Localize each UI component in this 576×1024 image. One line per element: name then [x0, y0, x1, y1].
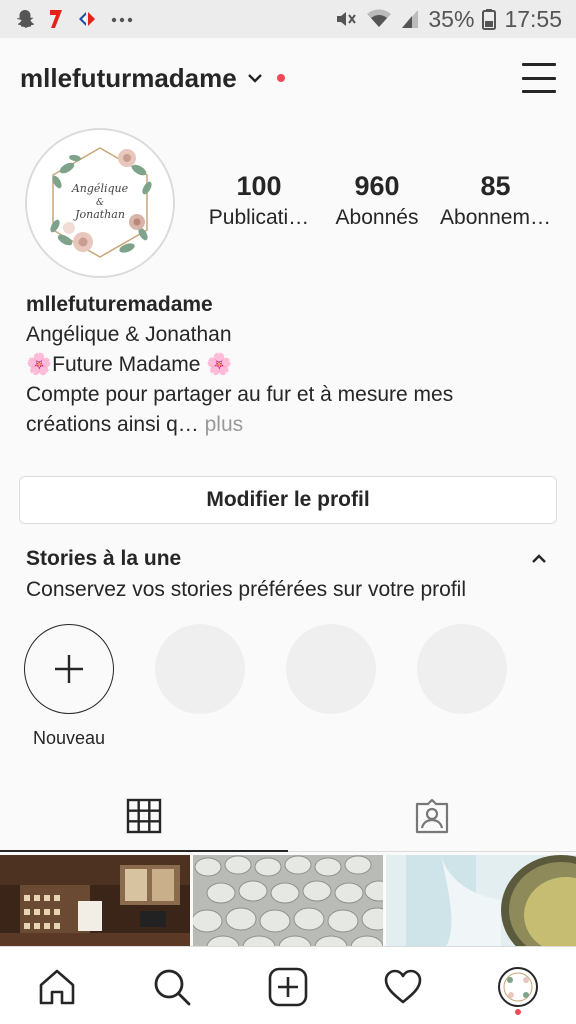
status-bar: 35% 17:55: [0, 0, 576, 38]
stat-value: 100: [236, 171, 282, 201]
nav-new-post[interactable]: [266, 965, 310, 1009]
nav-activity[interactable]: [381, 965, 425, 1009]
stat-label: Publicati…: [208, 206, 310, 230]
post-thumbnail[interactable]: [0, 855, 190, 947]
profile-bio: mllefuturemadame Angélique & Jonathan 🌸F…: [26, 290, 556, 440]
bio-line: 🌸Future Madame 🌸: [26, 353, 233, 376]
bio-line-truncated: créations ainsi q… plus: [26, 410, 556, 440]
hamburger-menu-icon[interactable]: [522, 63, 556, 93]
profile-avatar-icon: [498, 967, 538, 1007]
activity-heart-icon: [384, 969, 422, 1004]
chevron-up-icon[interactable]: [531, 552, 547, 570]
chevron-down-icon[interactable]: [247, 72, 263, 84]
wreath-logo: Angélique & Jonathan: [27, 130, 173, 276]
profile-stats: 100 Publicati… 960 Abonnés 85 Abonnem…: [200, 170, 560, 240]
battery-percentage: 35%: [428, 5, 475, 32]
more-notifications-icon: [111, 17, 133, 23]
signal-icon: [402, 10, 419, 28]
bio-line: Compte pour partager au fur et à mesure …: [26, 383, 454, 406]
profile-tabs: [0, 780, 576, 852]
profile-header: mllefuturmadame: [0, 38, 576, 118]
nav-profile[interactable]: [496, 965, 540, 1009]
stat-followers[interactable]: 960 Abonnés: [327, 170, 427, 230]
bottom-navigation: [0, 946, 576, 1024]
new-post-icon: [268, 967, 308, 1007]
avatar-text-1: Angélique: [71, 182, 129, 195]
edit-profile-button[interactable]: Modifier le profil: [19, 476, 557, 524]
bio-display-name: mllefuturemadame: [26, 293, 213, 316]
avatar-text-2: &: [96, 198, 104, 208]
status-time: 17:55: [504, 5, 562, 32]
stat-posts[interactable]: 100 Publicati…: [200, 170, 318, 230]
search-icon: [154, 969, 191, 1006]
avatar-text-3: Jonathan: [73, 208, 125, 221]
profile-avatar[interactable]: Angélique & Jonathan: [25, 128, 175, 278]
post-grid: [0, 855, 576, 947]
bio-line: créations ainsi q…: [26, 413, 199, 436]
stat-following[interactable]: 85 Abonnem…: [438, 170, 553, 230]
bio-line: Angélique & Jonathan: [26, 323, 232, 346]
tab-tagged[interactable]: [288, 780, 576, 852]
tab-grid[interactable]: [0, 780, 288, 852]
nav-home[interactable]: [35, 965, 79, 1009]
new-highlight-button[interactable]: [24, 624, 114, 714]
highlight-placeholder: [286, 624, 376, 714]
highlights-title: Stories à la une: [26, 547, 182, 570]
post-thumbnail[interactable]: [386, 855, 576, 947]
active-tab-indicator: [0, 850, 288, 852]
stat-label: Abonnem…: [440, 206, 551, 230]
stat-value: 85: [480, 171, 511, 201]
highlight-placeholder: [417, 624, 507, 714]
stat-value: 960: [354, 171, 400, 201]
mute-icon: [337, 12, 357, 26]
profile-notification-dot: [515, 1009, 521, 1015]
bio-more-link[interactable]: plus: [205, 413, 244, 436]
battery-icon: [482, 9, 497, 30]
grid-icon: [126, 798, 162, 834]
highlights-subtitle: Conservez vos stories préférées sur votr…: [26, 578, 467, 601]
new-highlight-label: Nouveau: [32, 728, 106, 748]
tab-divider: [288, 851, 576, 852]
free-mobile-icon: [50, 10, 62, 28]
wifi-icon: [367, 9, 392, 27]
notification-dot: [276, 74, 285, 82]
carrefour-icon: [79, 12, 95, 26]
tagged-icon: [415, 798, 449, 834]
snapchat-icon: [17, 10, 34, 28]
post-thumbnail[interactable]: [193, 855, 383, 947]
stat-label: Abonnés: [335, 206, 419, 230]
nav-search[interactable]: [150, 965, 194, 1009]
highlight-placeholder: [155, 624, 245, 714]
plus-icon: [55, 655, 83, 683]
account-switcher-username[interactable]: mllefuturmadame: [20, 63, 237, 94]
home-icon: [39, 969, 75, 1005]
